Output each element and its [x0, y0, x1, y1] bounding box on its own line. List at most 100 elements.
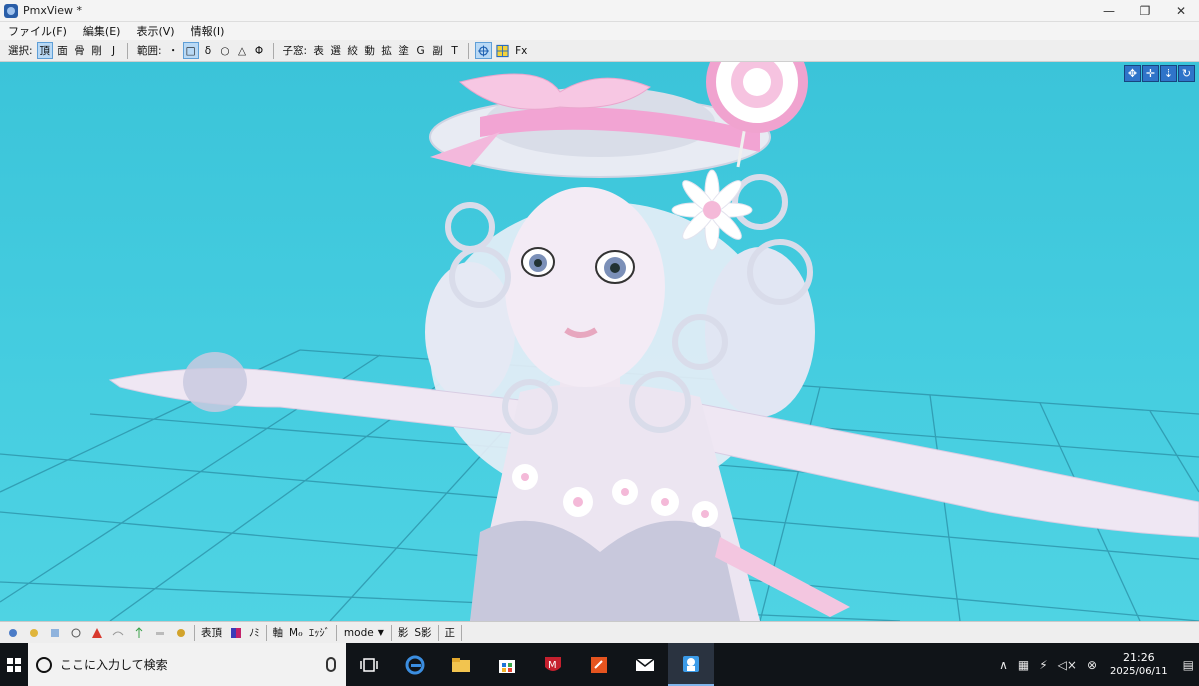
- select-bone-button[interactable]: 骨: [72, 42, 87, 59]
- statusbar-separator: [265, 624, 267, 641]
- child-scale-button[interactable]: 拡: [379, 42, 394, 59]
- face-visible-icon[interactable]: [25, 624, 42, 641]
- child-filter-button[interactable]: 絞: [345, 42, 360, 59]
- range-point-button[interactable]: ・: [166, 42, 181, 59]
- link-icon[interactable]: [109, 624, 126, 641]
- pmxview-taskbar-icon[interactable]: [668, 643, 714, 686]
- morph-vertex-label[interactable]: 表頂: [201, 625, 222, 640]
- range-triangle-button[interactable]: △: [235, 42, 250, 59]
- bone-visible-icon[interactable]: [46, 624, 63, 641]
- statusbar-separator: [437, 624, 439, 641]
- child-t-button[interactable]: T: [447, 42, 462, 59]
- fx-button[interactable]: Fx: [513, 42, 529, 59]
- clock-time: 21:26: [1122, 650, 1155, 664]
- mcafee-icon[interactable]: M: [530, 643, 576, 686]
- orthographic-toggle[interactable]: 正: [445, 625, 456, 640]
- select-vertex-button[interactable]: 頂: [36, 42, 54, 59]
- close-button[interactable]: ✕: [1163, 0, 1199, 22]
- axis-label[interactable]: 軸: [273, 625, 284, 640]
- range-phi-button[interactable]: Φ: [252, 42, 267, 59]
- range-circle-button[interactable]: ○: [218, 42, 233, 59]
- vertex-visible-icon[interactable]: [4, 624, 21, 641]
- arrows-icon[interactable]: [130, 624, 147, 641]
- svg-text:M: M: [548, 660, 557, 671]
- volume-muted-icon[interactable]: ◁×: [1058, 658, 1077, 672]
- daisy-flower: [671, 169, 753, 251]
- chevron-up-icon[interactable]: ∧: [999, 658, 1008, 672]
- microphone-icon[interactable]: [326, 657, 336, 672]
- select-rigid-button[interactable]: 剛: [89, 42, 104, 59]
- action-center-icon[interactable]: ▤: [1183, 658, 1194, 672]
- window-controls: — ❐ ✕: [1091, 0, 1199, 22]
- start-button[interactable]: [0, 643, 28, 686]
- cortana-icon: [36, 656, 52, 673]
- edge-browser-icon[interactable]: [392, 643, 438, 686]
- windows-logo-icon: [7, 657, 21, 672]
- chevron-down-icon: ▼: [377, 628, 384, 637]
- move-icon[interactable]: ✛: [1142, 65, 1159, 82]
- grid-view-icon[interactable]: [494, 42, 511, 59]
- bar-icon[interactable]: [151, 624, 168, 641]
- title-bar: PmxView * — ❐ ✕: [0, 0, 1199, 22]
- child-paint-button[interactable]: 塗: [396, 42, 411, 59]
- task-view-icon[interactable]: [346, 643, 392, 686]
- md-label[interactable]: Mℴ: [289, 627, 303, 639]
- menu-info[interactable]: 情報(I): [191, 23, 225, 39]
- menu-file[interactable]: ファイル(F): [8, 23, 67, 39]
- taskbar-search[interactable]: ここに入力して検索: [28, 643, 346, 686]
- select-face-button[interactable]: 面: [55, 42, 70, 59]
- file-explorer-icon[interactable]: [438, 643, 484, 686]
- menu-edit[interactable]: 編集(E): [83, 23, 121, 39]
- office-app-icon[interactable]: [576, 643, 622, 686]
- statusbar-separator: [335, 624, 337, 641]
- child-move-button[interactable]: 動: [362, 42, 377, 59]
- menu-bar: ファイル(F) 編集(E) 表示(V) 情報(I): [0, 22, 1199, 40]
- ime-icon[interactable]: ▦: [1018, 658, 1029, 672]
- mode-label: mode: [343, 626, 374, 639]
- rigid-visible-icon[interactable]: [67, 624, 84, 641]
- taskbar-clock[interactable]: 21:26 2025/06/11: [1110, 651, 1168, 679]
- status-bar: 表頂 ﾉﾐ 軸 Mℴ ｴｯｼﾞ mode ▼ 影 S影 正: [0, 621, 1199, 643]
- window-title: PmxView *: [23, 4, 82, 17]
- toolbar-separator: [127, 42, 129, 59]
- store-icon[interactable]: [484, 643, 530, 686]
- target-view-icon[interactable]: [475, 42, 493, 59]
- search-placeholder: ここに入力して検索: [60, 658, 168, 672]
- maximize-button[interactable]: ❐: [1127, 0, 1163, 22]
- plugin-icon[interactable]: [172, 624, 189, 641]
- material-color-icon[interactable]: [227, 624, 244, 641]
- range-rect-button[interactable]: □: [182, 42, 199, 59]
- child-g-button[interactable]: G: [413, 42, 428, 59]
- network-icon[interactable]: ⚡: [1039, 658, 1047, 672]
- child-sub-button[interactable]: 副: [430, 42, 445, 59]
- self-shadow-toggle[interactable]: S影: [414, 625, 431, 640]
- zoom-icon[interactable]: ⇣: [1160, 65, 1177, 82]
- clock-date: 2025/06/11: [1110, 665, 1168, 677]
- rotate-icon[interactable]: ↻: [1178, 65, 1195, 82]
- nomi-label[interactable]: ﾉﾐ: [249, 625, 260, 640]
- statusbar-separator: [461, 624, 463, 641]
- shadow-toggle[interactable]: 影: [398, 625, 409, 640]
- mode-dropdown[interactable]: mode ▼: [340, 625, 388, 641]
- child-table-button[interactable]: 表: [311, 42, 326, 59]
- menu-view[interactable]: 表示(V): [136, 23, 174, 39]
- toolbar-separator: [272, 42, 274, 59]
- select-joint-button[interactable]: J: [106, 42, 121, 59]
- select-label: 選択:: [8, 45, 33, 57]
- toolbar-separator: [468, 42, 470, 59]
- range-delta-button[interactable]: δ: [201, 42, 216, 59]
- mail-icon[interactable]: [622, 643, 668, 686]
- child-select-button[interactable]: 選: [328, 42, 343, 59]
- statusbar-separator: [194, 624, 195, 641]
- edge-label[interactable]: ｴｯｼﾞ: [309, 625, 330, 640]
- minimize-button[interactable]: —: [1091, 0, 1127, 22]
- toolbar: 選択: 頂 面 骨 剛 J 範囲: ・ □ δ ○ △ Φ 子窓: 表 選 絞 …: [0, 40, 1199, 62]
- system-tray: ∧ ▦ ⚡ ◁× ⊗ 21:26 2025/06/11 ▤: [994, 643, 1199, 686]
- 3d-viewport[interactable]: ✥ ✛ ⇣ ↻: [0, 62, 1199, 621]
- pan-icon[interactable]: ✥: [1124, 65, 1141, 82]
- notification-dot-icon[interactable]: ⊗: [1087, 658, 1097, 672]
- pmxview-app-icon: [4, 3, 18, 18]
- wrist-frill: [183, 352, 247, 412]
- camera-tools: ✥ ✛ ⇣ ↻: [1123, 65, 1195, 82]
- warning-icon[interactable]: [88, 624, 105, 641]
